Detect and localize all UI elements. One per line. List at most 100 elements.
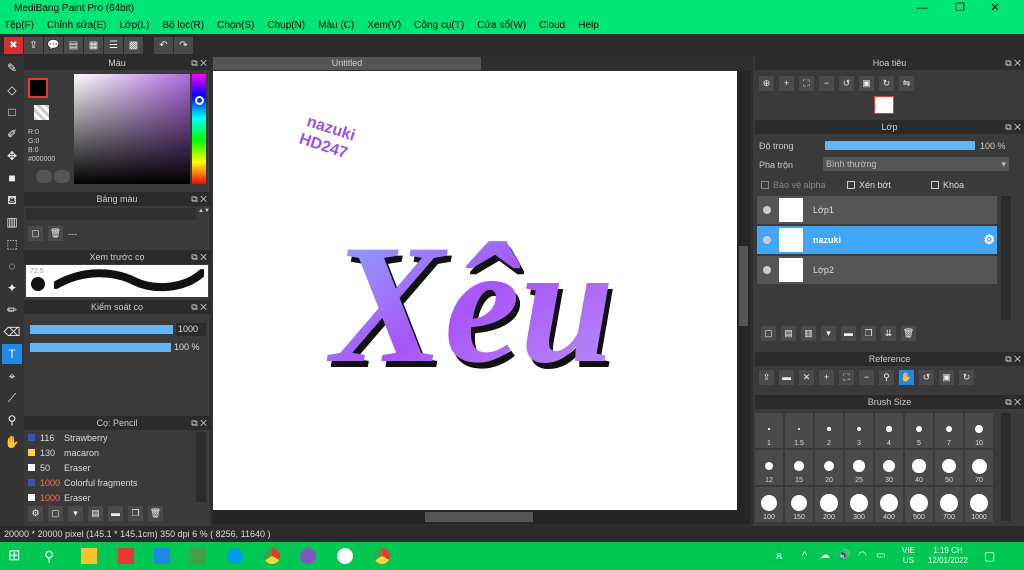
clip-checkbox[interactable] (847, 181, 855, 189)
zoom-in-icon[interactable]: + (819, 370, 834, 385)
redo-icon[interactable]: ↷ (174, 36, 193, 54)
brush-opacity-value[interactable]: 100 % (174, 341, 208, 354)
search-icon[interactable]: ⚲ (44, 548, 60, 564)
fit-icon[interactable]: ⛶ (799, 76, 814, 91)
hue-handle[interactable] (195, 96, 204, 105)
store-icon[interactable] (190, 548, 206, 564)
brush-size-option[interactable]: 12 (755, 450, 783, 485)
people-icon[interactable]: ጸ (776, 548, 792, 564)
new-palette-icon[interactable]: ▢ (28, 226, 43, 241)
select-pen-icon[interactable]: ✏ (2, 300, 22, 320)
menu-select[interactable]: Chọn(S) (217, 20, 254, 31)
brush-size-option[interactable]: 1 (755, 413, 783, 448)
color-wheel-icon[interactable] (36, 170, 52, 183)
layer-opacity-slider[interactable] (825, 141, 975, 150)
panel-close-icon[interactable]: ⧉ ✕ (191, 250, 207, 264)
undo-icon[interactable]: ↶ (154, 36, 173, 54)
select-eraser-icon[interactable]: ⌫ (2, 322, 22, 342)
brush-size-option[interactable]: 15 (785, 450, 813, 485)
document-tab[interactable]: Untitled (213, 57, 481, 70)
brush-size-option[interactable]: 4 (875, 413, 903, 448)
add-brush-icon[interactable]: ▾ (68, 506, 83, 521)
brush-size-option[interactable]: 70 (965, 450, 993, 485)
brush-size-scrollbar[interactable] (1001, 413, 1011, 521)
lock-checkbox[interactable] (931, 181, 939, 189)
volume-icon[interactable]: 🔊 (838, 548, 854, 564)
new-layer-alt-icon[interactable]: ▤ (781, 326, 796, 341)
divide-tool-icon[interactable]: ⟋ (2, 388, 22, 408)
gradient-tool-icon[interactable]: ▥ (2, 212, 22, 232)
brush-size-option[interactable]: 200 (815, 487, 843, 522)
color-picker-icon[interactable] (54, 170, 70, 183)
panel-close-icon[interactable]: ⧉ ✕ (1005, 395, 1021, 409)
grid-icon[interactable]: ▩ (124, 36, 143, 54)
brush-list-scrollbar[interactable] (196, 432, 206, 502)
brush-size-option[interactable]: 30 (875, 450, 903, 485)
folder-icon[interactable]: ▬ (841, 326, 856, 341)
delete-palette-icon[interactable]: 🗑 (48, 226, 63, 241)
menu-help[interactable]: Help (578, 20, 599, 31)
delete-brush-icon[interactable]: 🗑 (148, 506, 163, 521)
transparent-swatch[interactable] (34, 105, 49, 120)
pen-tool-icon[interactable]: ✐ (2, 124, 22, 144)
move-tool-icon[interactable]: ✥ (2, 146, 22, 166)
magic-wand-icon[interactable]: ✦ (2, 278, 22, 298)
canvas-horizontal-scrollbar[interactable] (213, 510, 750, 524)
brush-size-option[interactable]: 2 (815, 413, 843, 448)
brush-size-option[interactable]: 7 (935, 413, 963, 448)
lasso-tool-icon[interactable]: ◌ (2, 256, 22, 276)
merge-layer-icon[interactable]: ⇊ (881, 326, 896, 341)
share-icon[interactable]: ⇪ (24, 36, 43, 54)
layer-row[interactable]: nazuki ⚙ (757, 226, 997, 254)
duplicate-layer-icon[interactable]: ❐ (861, 326, 876, 341)
menu-filter[interactable]: Bộ lọc(R) (162, 20, 204, 31)
rotate-right-icon[interactable]: ↻ (959, 370, 974, 385)
chrome-icon[interactable] (264, 548, 280, 564)
fullscreen-icon[interactable]: ▣ (859, 76, 874, 91)
menu-window[interactable]: Cửa sổ(W) (477, 20, 526, 31)
brush-size-option[interactable]: 400 (875, 487, 903, 522)
brush-size-option[interactable]: 300 (845, 487, 873, 522)
visibility-icon[interactable] (763, 266, 771, 274)
menu-color[interactable]: Màu (C) (318, 20, 354, 31)
brush-size-option[interactable]: 500 (905, 487, 933, 522)
layer-row[interactable]: Lớp1 (757, 196, 997, 224)
brush-folder-icon[interactable]: ▬ (108, 506, 123, 521)
zalo-icon[interactable] (337, 548, 353, 564)
copy-brush-icon[interactable]: ❐ (128, 506, 143, 521)
menu-view[interactable]: Xem(V) (367, 20, 401, 31)
eraser-tool-icon[interactable]: ◇ (2, 80, 22, 100)
panel-close-icon[interactable]: ⧉ ✕ (191, 300, 207, 314)
new-layer-icon[interactable]: ▢ (761, 326, 776, 341)
chevron-up-icon[interactable]: ^ (802, 548, 818, 564)
close-button[interactable]: ✕ (978, 0, 1012, 17)
close-icon[interactable]: ✕ (799, 370, 814, 385)
fit-icon[interactable]: ⛶ (839, 370, 854, 385)
rotate-right-icon[interactable]: ↻ (879, 76, 894, 91)
edge-icon[interactable] (227, 548, 243, 564)
menu-layer[interactable]: Lớp(L) (120, 20, 150, 31)
brush-size-option[interactable]: 20 (815, 450, 843, 485)
flip-icon[interactable]: ⇋ (899, 76, 914, 91)
hue-slider[interactable] (192, 74, 206, 184)
brush-size-slider[interactable] (30, 325, 173, 334)
list-icon[interactable]: ☰ (104, 36, 123, 54)
rotate-left-icon[interactable]: ↺ (839, 76, 854, 91)
brush-size-option[interactable]: 3 (845, 413, 873, 448)
zoom-out-icon[interactable]: − (859, 370, 874, 385)
saturation-value-picker[interactable] (74, 74, 190, 184)
input-language[interactable]: VIE US (902, 546, 915, 566)
zoom-in-icon[interactable]: + (779, 76, 794, 91)
palette-area[interactable] (26, 208, 196, 220)
wifi-icon[interactable]: ◠ (858, 548, 874, 564)
windows-start-icon[interactable]: ⊞ (8, 548, 24, 564)
restore-button[interactable]: ❐ (943, 0, 977, 17)
panel-close-icon[interactable]: ⧉ ✕ (191, 56, 207, 70)
brush-doc-icon[interactable]: ▤ (88, 506, 103, 521)
fill-rect-tool-icon[interactable]: ■ (2, 168, 22, 188)
operation-tool-icon[interactable]: ⌖ (2, 366, 22, 386)
layer-menu-icon[interactable]: ▾ (821, 326, 836, 341)
shape-tool-icon[interactable]: □ (2, 102, 22, 122)
chrome-profile-icon[interactable] (374, 548, 390, 564)
notification-icon[interactable]: ▢ (984, 548, 1000, 564)
